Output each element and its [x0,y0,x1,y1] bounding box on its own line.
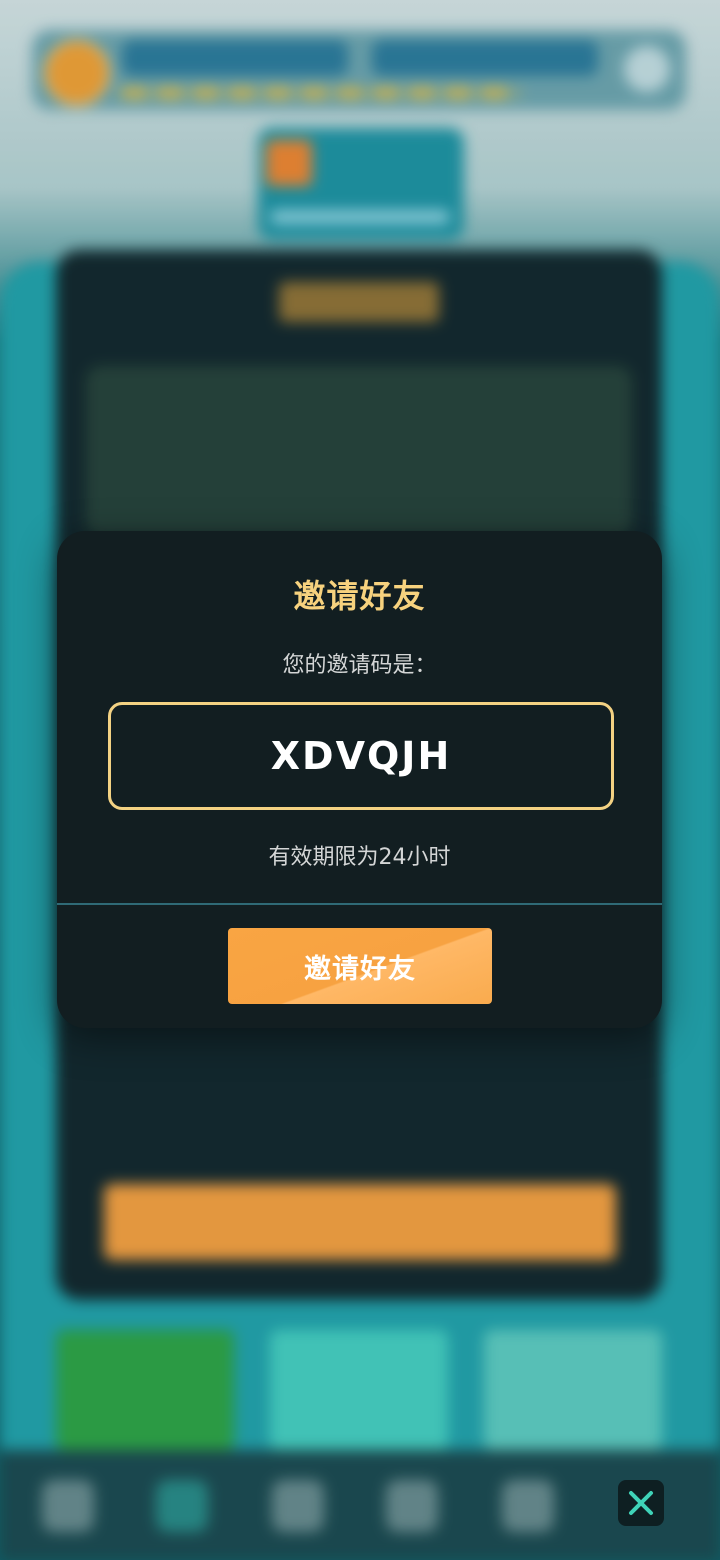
invite-friend-modal: 邀请好友 您的邀请码是： XDVQJH 有效期限为24小时 邀请好友 [57,531,662,1028]
invite-code-display[interactable]: XDVQJH [108,702,614,810]
invite-code-label: 您的邀请码是： [282,653,437,678]
close-x-icon [629,1491,653,1515]
close-button[interactable] [618,1480,664,1526]
invite-friend-button[interactable]: 邀请好友 [228,928,492,1004]
modal-title: 邀请好友 [293,577,426,615]
divider [57,903,662,905]
validity-note: 有效期限为24小时 [268,845,451,870]
